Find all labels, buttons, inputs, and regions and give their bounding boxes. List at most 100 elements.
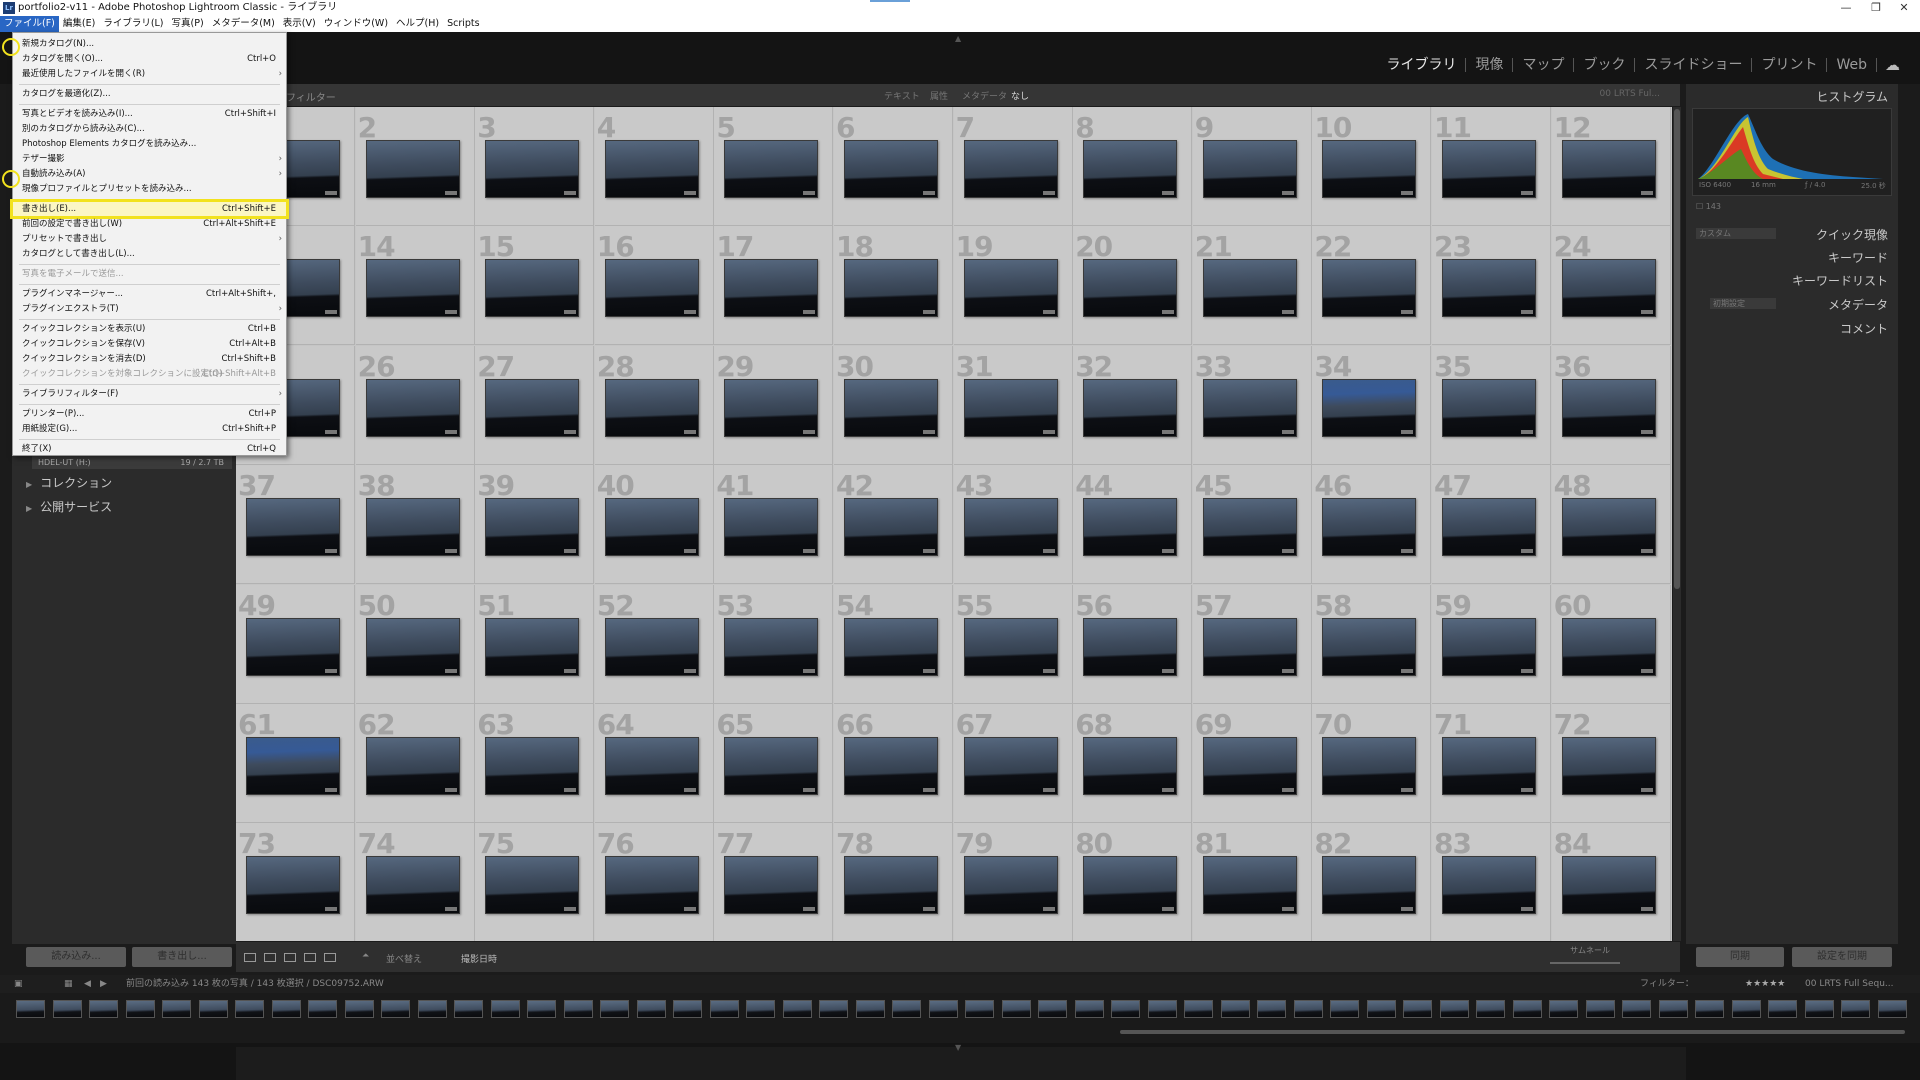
file-menu-item[interactable]: テザー撮影 › [13,152,286,166]
module-1[interactable]: 現像 [1466,58,1514,72]
filmstrip-thumbnail[interactable] [892,1000,921,1018]
file-menu-item[interactable]: 別のカタログから読み込み(C)... [13,122,286,136]
file-menu-item[interactable]: 新規カタログ(N)... [13,37,286,51]
photo-thumbnail[interactable] [604,737,699,795]
filmstrip-thumbnail[interactable] [52,1000,82,1018]
photo-thumbnail[interactable] [1322,617,1417,676]
filmstrip-thumbnail[interactable] [1695,1000,1724,1018]
filmstrip-thumbnail[interactable] [600,1000,629,1018]
grid-cell[interactable]: 62 [355,704,475,823]
filmstrip-thumbnail[interactable] [819,1000,848,1018]
filmstrip-thumbnail[interactable] [1257,1000,1286,1018]
photo-thumbnail[interactable] [246,617,340,676]
photo-thumbnail[interactable] [724,856,819,915]
grid-cell[interactable]: 52 [594,584,714,704]
grid-cell[interactable]: 64 [594,704,714,823]
photo-thumbnail[interactable] [1561,737,1656,795]
filmstrip-thumbnail[interactable] [1512,1000,1542,1018]
photo-thumbnail[interactable] [1083,378,1178,437]
grid-cell[interactable]: 68 [1073,704,1193,823]
photo-thumbnail[interactable] [485,498,580,557]
filmstrip-thumbnail[interactable] [673,1000,702,1018]
filmstrip-thumbnail[interactable] [709,1000,739,1018]
filter-tab-none[interactable]: なし [1011,89,1029,102]
grid-cell[interactable]: 45 [1192,465,1312,585]
photo-thumbnail[interactable] [1561,856,1656,915]
module-3[interactable]: ブック [1574,58,1636,72]
grid-cell[interactable]: 72 [1551,704,1671,823]
filmstrip-thumbnail[interactable] [1731,1000,1761,1018]
grid-cell[interactable]: 42 [834,465,953,585]
grid-cell[interactable]: 8 [1073,107,1193,226]
filmstrip-thumbnail[interactable] [1366,1000,1396,1018]
photo-thumbnail[interactable] [1202,378,1297,437]
grid-cell[interactable]: 28 [594,345,714,465]
filmstrip-thumbnail[interactable] [527,1000,556,1018]
photo-thumbnail[interactable] [1322,498,1417,557]
photo-thumbnail[interactable] [724,259,819,318]
filmstrip-thumbnail[interactable] [454,1000,483,1018]
sync-settings-button[interactable]: 設定を同期 [1792,947,1892,967]
menu-1[interactable]: 編集(E) [59,16,99,32]
photo-thumbnail[interactable] [963,737,1058,795]
photo-thumbnail[interactable] [1442,259,1536,318]
photo-thumbnail[interactable] [1083,498,1178,557]
grid-cell[interactable]: 32 [1073,345,1193,465]
filter-tab-text[interactable]: テキスト [884,89,920,102]
photo-thumbnail[interactable] [365,378,460,437]
grid-cell[interactable]: 33 [1192,345,1312,465]
grid-cell[interactable]: 38 [355,465,475,585]
photo-thumbnail[interactable] [604,259,699,318]
filmstrip-thumbnail[interactable] [308,1000,337,1018]
grid-cell[interactable]: 11 [1432,107,1551,226]
view-toggle-icon[interactable]: ▣ [14,975,23,993]
photo-thumbnail[interactable] [963,856,1058,915]
photo-thumbnail[interactable] [1442,617,1536,676]
photo-thumbnail[interactable] [1442,378,1536,437]
photo-thumbnail[interactable] [963,378,1058,437]
grid-cell[interactable]: 60 [1551,584,1671,704]
grid-cell[interactable]: 57 [1192,584,1312,704]
filmstrip-thumbnail[interactable] [563,1000,593,1018]
sort-value[interactable]: 撮影日時 [461,952,497,965]
grid-cell[interactable]: 69 [1192,704,1312,823]
photo-thumbnail[interactable] [365,737,460,795]
close-icon[interactable]: ✕ [1892,0,1916,16]
filmstrip-thumbnail[interactable] [1585,1000,1615,1018]
filmstrip-thumbnail[interactable] [162,1000,191,1018]
metadata-preset[interactable]: 初期設定 [1710,298,1776,309]
file-menu-item[interactable]: プラグインマネージャー... Ctrl+Alt+Shift+, [13,287,286,301]
grid-cell[interactable]: 24 [1551,226,1671,346]
filmstrip-thumbnail[interactable] [16,1000,45,1018]
file-menu-item[interactable]: 終了(X) Ctrl+Q [13,442,286,456]
grid-cell[interactable]: 77 [714,823,834,941]
photo-thumbnail[interactable] [1561,378,1656,437]
grid-cell[interactable]: 16 [594,226,714,346]
loupe-view-icon[interactable] [264,953,276,962]
grid-cell[interactable]: 7 [953,107,1073,226]
grid-cell[interactable]: 71 [1432,704,1551,823]
minimize-icon[interactable]: — [1834,0,1858,16]
file-menu-item[interactable]: プラグインエクストラ(T) › [13,302,286,316]
panel-keyword-list[interactable]: キーワードリスト [1792,272,1888,289]
file-menu-item[interactable]: クイックコレクションを表示(U) Ctrl+B [13,322,286,336]
grid-cell[interactable]: 36 [1551,345,1671,465]
grid-cell[interactable]: 84 [1551,823,1671,941]
grid-cell[interactable]: 65 [714,704,834,823]
grid-cell[interactable]: 67 [953,704,1073,823]
grid-cell[interactable]: 80 [1073,823,1193,941]
filmstrip-thumbnail[interactable] [1804,1000,1834,1018]
filmstrip-scrollbar[interactable] [1120,1030,1905,1034]
filmstrip-thumbnail[interactable] [271,1000,301,1018]
filmstrip-thumbnail[interactable] [381,1000,410,1018]
grid-cell[interactable]: 14 [355,226,475,346]
photo-thumbnail[interactable] [1083,737,1178,795]
photo-thumbnail[interactable] [844,856,938,915]
filmstrip-thumbnail[interactable] [1476,1000,1505,1018]
grid-cell[interactable]: 53 [714,584,834,704]
module-6[interactable]: Web [1827,58,1877,72]
grid-cell[interactable]: 59 [1432,584,1551,704]
photo-thumbnail[interactable] [1322,140,1417,198]
grid-cell[interactable]: 47 [1432,465,1551,585]
grid-cell[interactable]: 18 [834,226,953,346]
